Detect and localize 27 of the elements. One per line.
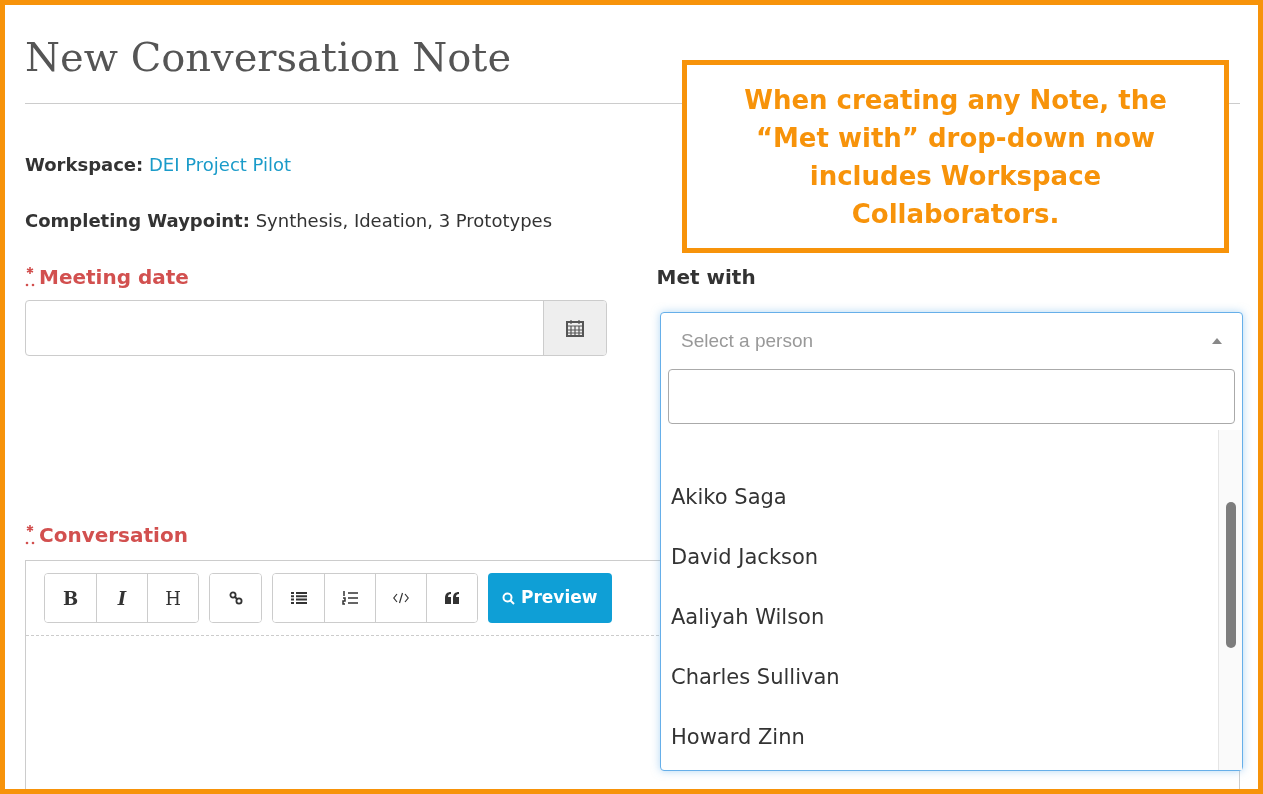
person-option[interactable]: Howard Zinn [661, 708, 1218, 768]
field-label: Meeting date [39, 264, 189, 291]
date-input[interactable] [25, 300, 607, 356]
link-button[interactable] [210, 574, 261, 622]
person-option[interactable]: Aaliyah Wilson [661, 588, 1218, 648]
callout-text: When creating any Note, the “Met with” drop-down now includes Workspace Collaborators. [743, 83, 1168, 231]
calendar-button[interactable] [542, 301, 606, 355]
page-title: New Conversation Note [25, 33, 512, 82]
search-field[interactable] [668, 369, 1235, 424]
heading-button[interactable]: H [147, 574, 198, 622]
quote-icon [444, 592, 460, 604]
field-label: Met with [656, 264, 756, 291]
scrollbar[interactable] [1218, 430, 1242, 770]
list-icon [290, 592, 307, 604]
waypoint-label: Completing Waypoint: [25, 210, 250, 231]
numbered-list-icon [342, 591, 358, 605]
quote-button[interactable] [426, 574, 477, 622]
person-option[interactable]: David Jackson [661, 528, 1218, 588]
workspace-label: Workspace: [25, 154, 144, 175]
search-icon [502, 591, 515, 605]
link-icon [228, 591, 243, 605]
waypoint-value: Synthesis, Ideation, 3 Prototypes [255, 210, 553, 231]
field-label: Conversation [39, 522, 188, 549]
person-option[interactable]: Akiko Saga [661, 468, 1218, 528]
code-icon [393, 592, 409, 604]
calendar-icon [564, 318, 585, 338]
person-option[interactable]: Charles Sullivan [661, 648, 1218, 708]
